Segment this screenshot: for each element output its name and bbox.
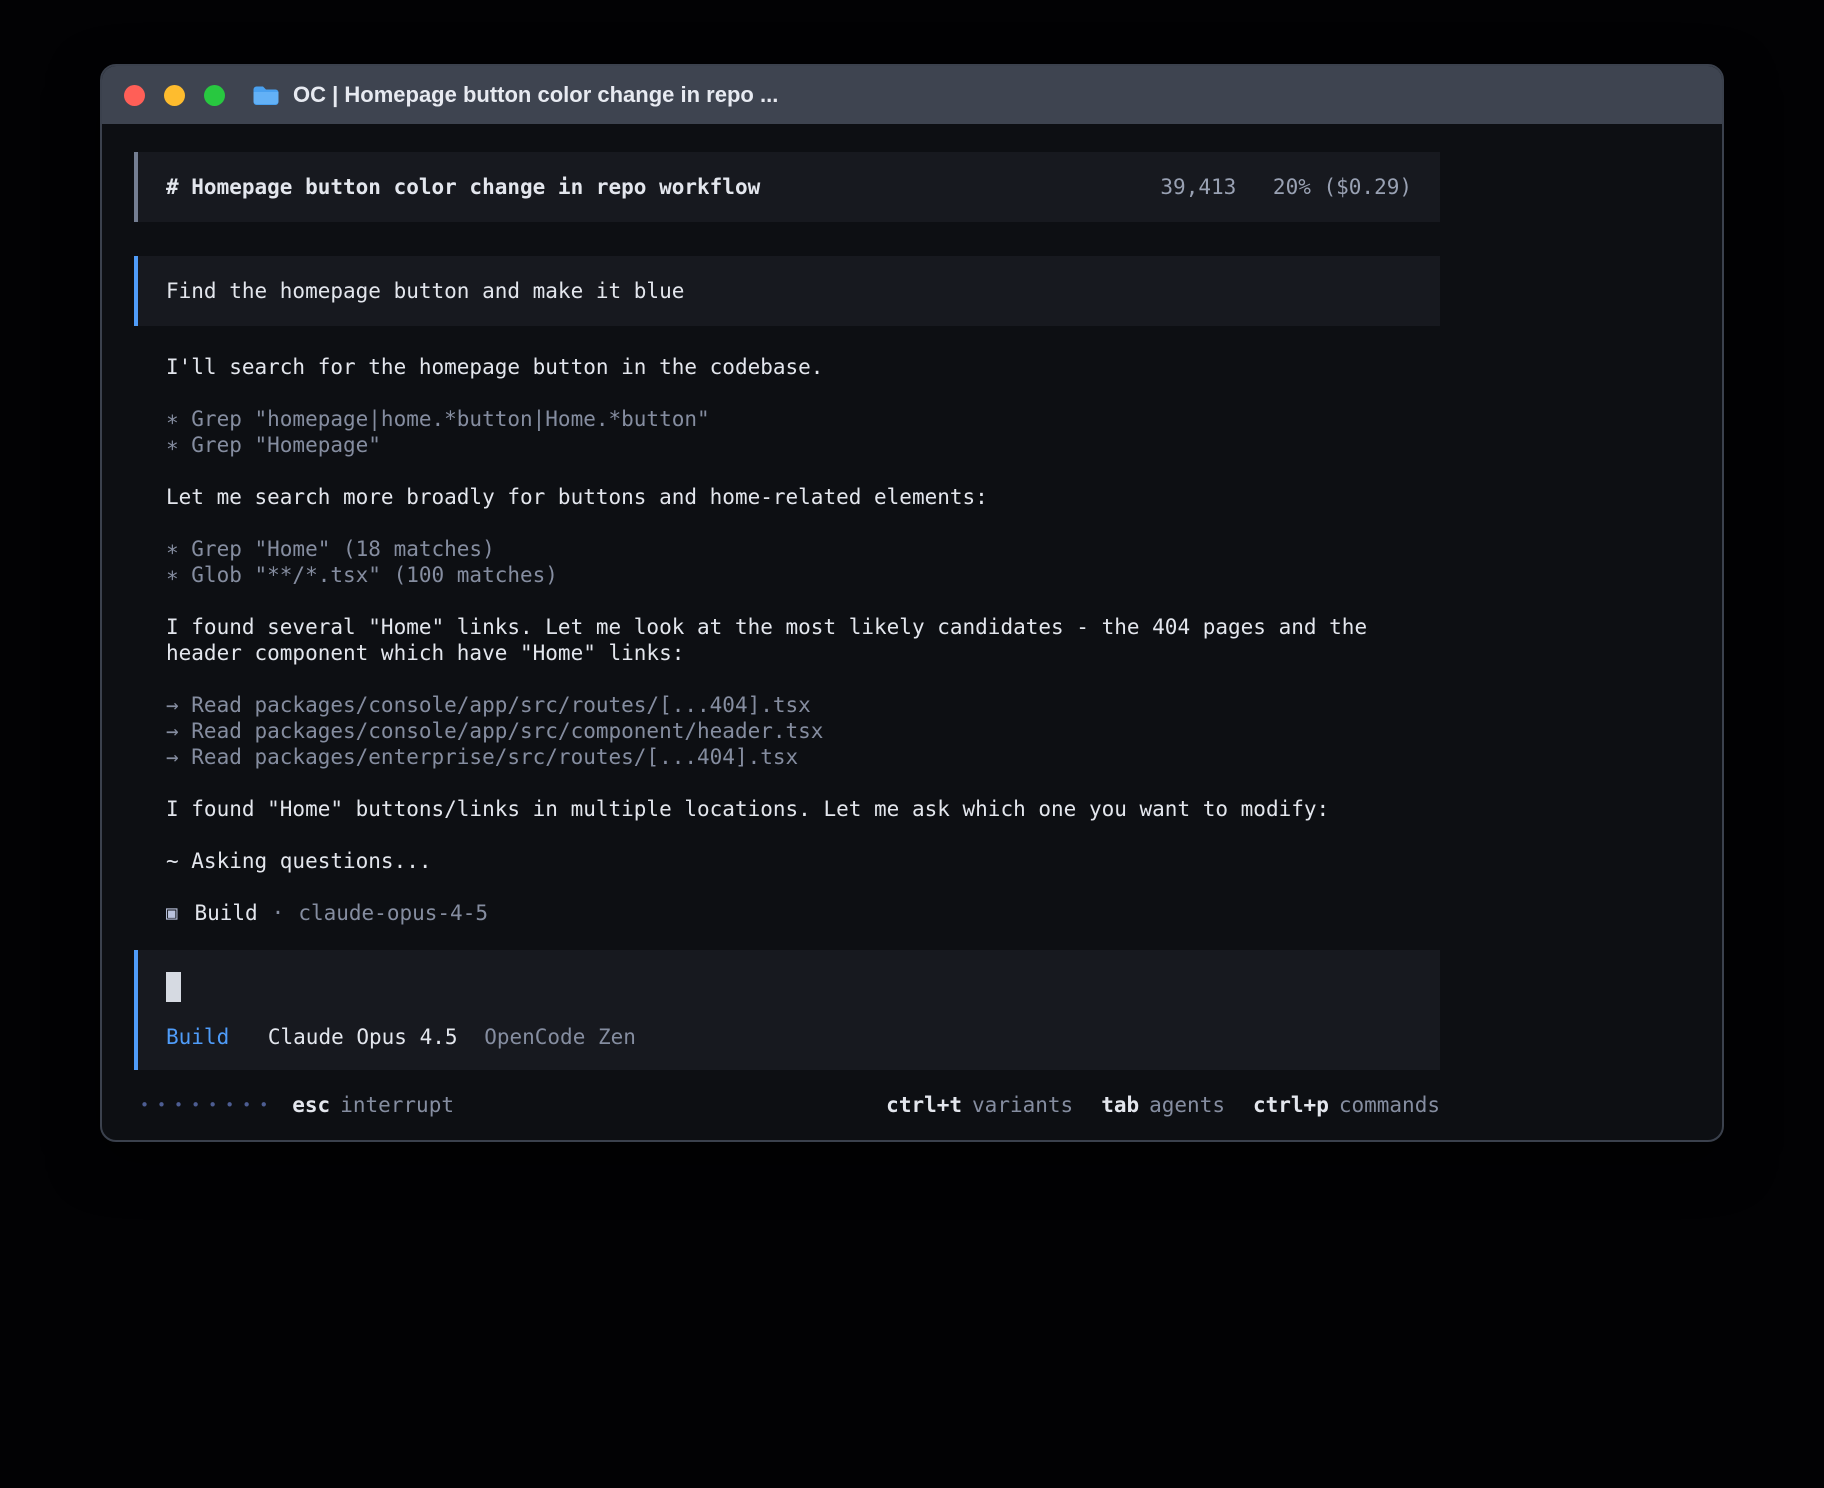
token-count: 39,413 bbox=[1160, 175, 1236, 199]
assistant-text: Let me search more broadly for buttons a… bbox=[166, 484, 1440, 510]
session-title: # Homepage button color change in repo w… bbox=[166, 174, 760, 200]
input-model-label: Claude Opus 4.5 bbox=[268, 1025, 458, 1049]
esc-key-label: interrupt bbox=[340, 1092, 454, 1118]
window-titlebar[interactable]: OC | Homepage button color change in rep… bbox=[102, 66, 1722, 124]
folder-icon bbox=[252, 84, 280, 106]
tool-call-glob: ∗ Glob "**/*.tsx" (100 matches) bbox=[166, 562, 1440, 588]
prompt-input[interactable]: Build Claude Opus 4.5 OpenCode Zen bbox=[134, 950, 1440, 1070]
input-provider-label: OpenCode Zen bbox=[484, 1025, 636, 1049]
agent-icon: ▣ bbox=[166, 900, 177, 926]
close-button[interactable] bbox=[124, 85, 145, 106]
tool-call-group: → Read packages/console/app/src/routes/[… bbox=[166, 692, 1440, 770]
window-title: OC | Homepage button color change in rep… bbox=[293, 82, 778, 108]
assistant-text: I found "Home" buttons/links in multiple… bbox=[166, 796, 1440, 822]
tool-call-grep: ∗ Grep "Homepage" bbox=[166, 432, 1440, 458]
user-message: Find the homepage button and make it blu… bbox=[134, 256, 1440, 326]
terminal-content: # Homepage button color change in repo w… bbox=[102, 124, 1722, 1118]
tool-call-grep: ∗ Grep "homepage|home.*button|Home.*butt… bbox=[166, 406, 1440, 432]
text-cursor bbox=[166, 972, 181, 1002]
agent-model: claude-opus-4-5 bbox=[298, 900, 488, 926]
assistant-transcript: I'll search for the homepage button in t… bbox=[134, 354, 1440, 926]
context-cost: 20% ($0.29) bbox=[1273, 175, 1412, 199]
tool-call-grep: ∗ Grep "Home" (18 matches) bbox=[166, 536, 1440, 562]
minimize-button[interactable] bbox=[164, 85, 185, 106]
hint-key: ctrl+p bbox=[1253, 1092, 1329, 1118]
assistant-text: I found several "Home" links. Let me loo… bbox=[166, 614, 1440, 666]
agent-name: Build bbox=[194, 900, 257, 926]
zoom-button[interactable] bbox=[204, 85, 225, 106]
session-header: # Homepage button color change in repo w… bbox=[134, 152, 1440, 222]
hint-key: ctrl+t bbox=[886, 1092, 962, 1118]
assistant-text: I'll search for the homepage button in t… bbox=[166, 354, 1440, 380]
hint-agents: tab agents bbox=[1101, 1092, 1225, 1118]
tool-call-group: ∗ Grep "homepage|home.*button|Home.*butt… bbox=[166, 406, 1440, 458]
spinner-dots: •••••••• bbox=[140, 1092, 276, 1118]
hint-label: agents bbox=[1149, 1092, 1225, 1118]
input-meta-row: Build Claude Opus 4.5 OpenCode Zen bbox=[166, 1024, 1412, 1050]
session-stats: 39,413 20% ($0.29) bbox=[1160, 174, 1412, 200]
tool-call-read: → Read packages/console/app/src/componen… bbox=[166, 718, 1440, 744]
hint-variants: ctrl+t variants bbox=[886, 1092, 1073, 1118]
tool-call-group: ∗ Grep "Home" (18 matches) ∗ Glob "**/*.… bbox=[166, 536, 1440, 588]
status-bar-right: ctrl+t variants tab agents ctrl+p comman… bbox=[858, 1092, 1440, 1118]
tool-call-read: → Read packages/console/app/src/routes/[… bbox=[166, 692, 1440, 718]
hint-key: tab bbox=[1101, 1092, 1139, 1118]
tool-call-read: → Read packages/enterprise/src/routes/[.… bbox=[166, 744, 1440, 770]
agent-status-row: ▣ Build · claude-opus-4-5 bbox=[166, 900, 1440, 926]
esc-key-hint: esc bbox=[292, 1092, 330, 1118]
hint-label: commands bbox=[1339, 1092, 1440, 1118]
terminal-window: OC | Homepage button color change in rep… bbox=[100, 64, 1724, 1142]
hint-label: variants bbox=[972, 1092, 1073, 1118]
user-message-text: Find the homepage button and make it blu… bbox=[166, 279, 684, 303]
agent-separator: · bbox=[272, 900, 285, 926]
status-bar: •••••••• esc interrupt ctrl+t variants t… bbox=[134, 1092, 1440, 1118]
status-bar-left: •••••••• esc interrupt bbox=[140, 1092, 454, 1118]
hint-commands: ctrl+p commands bbox=[1253, 1092, 1440, 1118]
input-agent-label: Build bbox=[166, 1025, 229, 1049]
assistant-status-text: ~ Asking questions... bbox=[166, 848, 1440, 874]
